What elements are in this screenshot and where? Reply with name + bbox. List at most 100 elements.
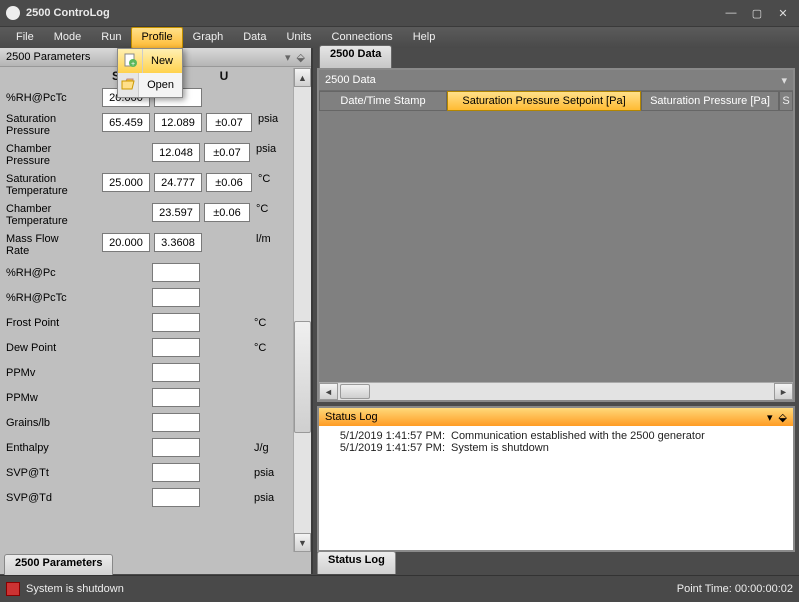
tab-2500-data[interactable]: 2500 Data <box>319 45 392 68</box>
profile-menu-new[interactable]: + New <box>118 49 182 73</box>
menu-data[interactable]: Data <box>233 27 276 49</box>
menu-file[interactable]: File <box>6 27 44 49</box>
val-frost[interactable] <box>152 313 200 332</box>
unit-dew: °C <box>254 342 286 354</box>
title-bar: 2500 ControLog — ▢ ✕ <box>0 0 799 27</box>
label-grains: Grains/lb <box>6 417 102 429</box>
status-log-panel: Status Log ▾ ⬙ 5/1/2019 1:41:57 PM: Comm… <box>317 406 795 552</box>
parameters-panel: 2500 Parameters ▾ ⬙ Setp U %RH@PcTc <box>0 48 313 574</box>
hscroll-left-button[interactable]: ◄ <box>319 383 338 400</box>
col-more[interactable]: S <box>779 91 793 111</box>
status-log-dropdown-icon[interactable]: ▾ <box>767 411 773 424</box>
label-rhpc: %RH@Pc <box>6 267 102 279</box>
status-log-title: Status Log <box>325 411 378 423</box>
menu-run[interactable]: Run <box>91 27 131 49</box>
status-log-entry: 5/1/2019 1:41:57 PM: System is shutdown <box>325 442 787 454</box>
row-svptd: SVP@Td psia <box>0 485 311 510</box>
val-sattemp[interactable] <box>154 173 202 192</box>
unit-sattemp: °C <box>258 173 290 185</box>
profile-menu-open-label: Open <box>139 79 182 91</box>
data-grid-hscroll[interactable]: ◄ ► <box>319 382 793 400</box>
window-title: 2500 ControLog <box>26 7 110 19</box>
val-ppmv[interactable] <box>152 363 200 382</box>
maximize-button[interactable]: ▢ <box>747 5 767 21</box>
point-time-value: 00:00:00:02 <box>735 583 793 595</box>
grid-menu-icon[interactable]: ▾ <box>781 74 787 87</box>
unit-svptt: psia <box>254 467 286 479</box>
data-grid-body <box>319 111 793 382</box>
menu-profile[interactable]: Profile <box>131 27 182 49</box>
row-svptt: SVP@Tt psia <box>0 460 311 485</box>
tab-status-log[interactable]: Status Log <box>317 551 396 574</box>
row-frost: Frost Point °C <box>0 310 311 335</box>
tol-satpress[interactable] <box>206 113 252 132</box>
label-dew: Dew Point <box>6 342 102 354</box>
row-chpress: Chamber Pressure psia <box>0 140 311 170</box>
tol-chpress[interactable] <box>204 143 250 162</box>
val-rhpc[interactable] <box>152 263 200 282</box>
set-mfr[interactable] <box>102 233 150 252</box>
col-satpress[interactable]: Saturation Pressure [Pa] <box>641 91 779 111</box>
tol-chtemp[interactable] <box>204 203 250 222</box>
val-chtemp[interactable] <box>152 203 200 222</box>
menu-mode[interactable]: Mode <box>44 27 92 49</box>
status-log-header: Status Log ▾ ⬙ <box>319 408 793 426</box>
dropdown-icon[interactable]: ▾ <box>285 51 291 64</box>
unit-frost: °C <box>254 317 286 329</box>
label-svptd: SVP@Td <box>6 492 102 504</box>
row-ppmw: PPMw <box>0 385 311 410</box>
pin-icon[interactable]: ⬙ <box>297 51 305 64</box>
col-u: U <box>202 69 246 83</box>
menu-units[interactable]: Units <box>276 27 321 49</box>
hscroll-right-button[interactable]: ► <box>774 383 793 400</box>
label-satpress: Saturation Pressure <box>6 113 102 137</box>
val-svptd[interactable] <box>152 488 200 507</box>
tab-2500-parameters[interactable]: 2500 Parameters <box>4 554 113 577</box>
menu-help[interactable]: Help <box>403 27 446 49</box>
minimize-button[interactable]: — <box>721 5 741 21</box>
data-grid-header: Date/Time Stamp Saturation Pressure Setp… <box>319 91 793 111</box>
val-satpress[interactable] <box>154 113 202 132</box>
close-button[interactable]: ✕ <box>773 5 793 21</box>
val-dew[interactable] <box>152 338 200 357</box>
status-log-ts: 5/1/2019 1:41:57 PM: <box>325 442 451 454</box>
menu-graph[interactable]: Graph <box>183 27 234 49</box>
folder-open-icon <box>121 78 135 93</box>
col-satpress-setpoint[interactable]: Saturation Pressure Setpoint [Pa] <box>447 91 641 111</box>
unit-svptd: psia <box>254 492 286 504</box>
status-bar: System is shutdown Point Time: 00:00:00:… <box>0 575 799 602</box>
scroll-down-button[interactable]: ▼ <box>294 533 311 552</box>
profile-menu-open[interactable]: Open <box>118 73 182 97</box>
unit-satpress: psia <box>258 113 290 125</box>
scroll-thumb[interactable] <box>294 321 311 433</box>
label-chpress: Chamber Pressure <box>6 143 102 167</box>
profile-menu-new-label: New <box>143 55 181 67</box>
val-chpress[interactable] <box>152 143 200 162</box>
row-rhpctc2: %RH@PcTc <box>0 285 311 310</box>
val-enthalpy[interactable] <box>152 438 200 457</box>
profile-dropdown: + New Open <box>117 48 183 98</box>
label-rhpctc2: %RH@PcTc <box>6 292 102 304</box>
set-satpress[interactable] <box>102 113 150 132</box>
parameters-scrollbar[interactable]: ▲ ▼ <box>293 68 311 552</box>
tol-sattemp[interactable] <box>206 173 252 192</box>
val-mfr[interactable] <box>154 233 202 252</box>
status-log-body: 5/1/2019 1:41:57 PM: Communication estab… <box>319 426 793 550</box>
scroll-up-button[interactable]: ▲ <box>294 68 311 87</box>
status-log-pin-icon[interactable]: ⬙ <box>779 411 787 424</box>
val-ppmw[interactable] <box>152 388 200 407</box>
row-dew: Dew Point °C <box>0 335 311 360</box>
val-grains[interactable] <box>152 413 200 432</box>
row-mfr: Mass Flow Rate l/m <box>0 230 311 260</box>
label-ppmv: PPMv <box>6 367 102 379</box>
col-datetime[interactable]: Date/Time Stamp <box>319 91 447 111</box>
val-svptt[interactable] <box>152 463 200 482</box>
val-rhpctc2[interactable] <box>152 288 200 307</box>
app-icon <box>6 6 20 20</box>
label-frost: Frost Point <box>6 317 102 329</box>
label-svptt: SVP@Tt <box>6 467 102 479</box>
hscroll-thumb[interactable] <box>340 384 370 399</box>
row-grains: Grains/lb <box>0 410 311 435</box>
set-sattemp[interactable] <box>102 173 150 192</box>
status-log-msg: Communication established with the 2500 … <box>451 430 705 442</box>
